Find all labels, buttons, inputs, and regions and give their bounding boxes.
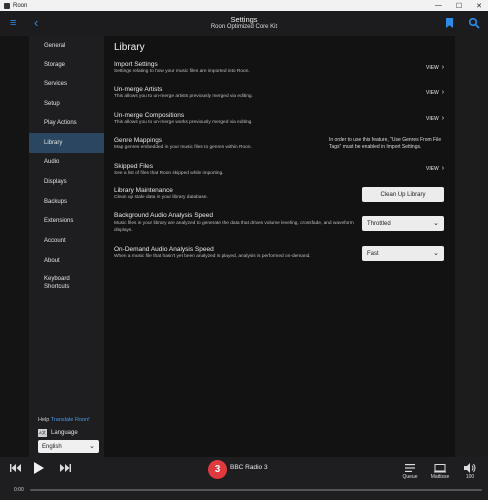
clean-up-library-button[interactable]: Clean Up Library [362, 187, 444, 202]
now-playing-title[interactable]: BBC Radio 3 [230, 464, 268, 471]
on-demand-analysis-speed-value: Fast [367, 250, 379, 257]
skipped-files-view-button[interactable]: VIEW › [426, 165, 444, 172]
chevron-down-icon: ⌄ [433, 220, 439, 227]
previous-track-icon[interactable] [10, 464, 21, 472]
sidebar-item-services[interactable]: Services [29, 74, 104, 94]
on-demand-analysis-desc: When a music file that hasn't yet been a… [114, 254, 311, 259]
queue-label: Queue [402, 474, 418, 480]
chevron-down-icon: ⌄ [89, 443, 95, 450]
skipped-files-desc: See a list of files that Roon skipped wh… [114, 171, 224, 176]
window-title: Roon [13, 2, 28, 9]
speaker-icon [458, 462, 482, 474]
chevron-right-icon: › [441, 64, 445, 71]
unmerge-artists-desc: This allows you to un-merge artists prev… [114, 94, 253, 99]
library-maintenance-title: Library Maintenance [114, 187, 173, 194]
close-button[interactable]: ✕ [476, 2, 482, 10]
language-value: English [42, 443, 62, 450]
seek-bar[interactable] [30, 489, 482, 491]
background-analysis-speed-value: Throttled [367, 220, 391, 227]
unmerge-artists-view-button[interactable]: VIEW › [426, 89, 444, 96]
volume-label: 100 [465, 474, 475, 480]
queue-icon [398, 462, 422, 474]
settings-sidebar: General Storage Services Setup Play Acti… [29, 36, 104, 457]
import-settings-desc: Settings relating to how your music file… [114, 69, 250, 74]
chevron-right-icon: › [441, 89, 445, 96]
on-demand-analysis-title: On-Demand Audio Analysis Speed [114, 246, 214, 253]
chevron-right-icon: › [441, 165, 445, 172]
settings-header: ≡ ‹ Settings Roon Optimized Core Kit [0, 11, 488, 36]
help-line: Help Translate Roon! [38, 417, 90, 423]
view-label: VIEW [426, 115, 439, 122]
view-label: VIEW [426, 165, 439, 172]
language-select[interactable]: English ⌄ [38, 440, 99, 453]
sidebar-item-library[interactable]: Library [29, 133, 104, 153]
background-analysis-title: Background Audio Analysis Speed [114, 212, 214, 219]
sidebar-item-setup[interactable]: Setup [29, 94, 104, 114]
import-settings-view-button[interactable]: VIEW › [426, 64, 444, 71]
sidebar-item-backups[interactable]: Backups [29, 192, 104, 212]
page-title: Settings [230, 15, 258, 24]
volume-button[interactable]: 100 [458, 462, 482, 480]
sidebar-item-account[interactable]: Account [29, 231, 104, 251]
view-label: VIEW [426, 64, 439, 71]
sidebar-item-storage[interactable]: Storage [29, 55, 104, 75]
sidebar-item-audio[interactable]: Audio [29, 152, 104, 172]
genre-mappings-note: In order to use this feature, "Use Genre… [329, 137, 442, 150]
zone-label: Mattisse [430, 474, 450, 480]
sidebar-item-displays[interactable]: Displays [29, 172, 104, 192]
genre-mappings-desc: Map genres embedded in your music files … [114, 145, 252, 150]
elapsed-time: 0:00 [14, 487, 24, 493]
translate-roon-link[interactable]: Translate Roon! [51, 417, 90, 423]
library-settings-panel: Library Import Settings Settings relatin… [104, 36, 455, 457]
window-titlebar: Roon — ☐ ✕ [0, 0, 488, 11]
library-maintenance-desc: Clean up stale data in your library data… [114, 195, 208, 200]
sidebar-item-general[interactable]: General [29, 36, 104, 56]
station-logo[interactable]: 3 [208, 460, 227, 479]
chevron-down-icon: ⌄ [433, 250, 439, 257]
zone-button[interactable]: Mattisse [428, 462, 452, 480]
language-icon: A文 [38, 429, 47, 437]
section-title: Library [114, 42, 145, 53]
sidebar-item-play-actions[interactable]: Play Actions [29, 113, 104, 133]
chevron-right-icon: › [441, 115, 445, 122]
sidebar-item-keyboard-shortcuts[interactable]: Keyboard Shortcuts [29, 270, 104, 296]
skipped-files-title: Skipped Files [114, 163, 154, 170]
sidebar-item-about[interactable]: About [29, 251, 104, 271]
roon-app-icon [4, 2, 10, 9]
core-name: Roon Optimized Core Kit [210, 24, 278, 30]
next-track-icon[interactable] [60, 464, 71, 472]
now-playing-bar: 3 BBC Radio 3 Queue Mattisse 100 0:00 [0, 457, 488, 500]
queue-button[interactable]: Queue [398, 462, 422, 480]
sidebar-item-extensions[interactable]: Extensions [29, 211, 104, 231]
play-icon[interactable] [34, 462, 44, 474]
language-row: A文 Language [38, 429, 78, 437]
help-label: Help [38, 417, 50, 423]
unmerge-compositions-desc: This allows you to un-merge works previo… [114, 120, 253, 125]
right-margin [455, 36, 488, 457]
view-label: VIEW [426, 89, 439, 96]
on-demand-analysis-speed-select[interactable]: Fast ⌄ [362, 246, 444, 261]
zone-icon [428, 462, 452, 474]
unmerge-compositions-view-button[interactable]: VIEW › [426, 115, 444, 122]
language-label: Language [51, 430, 78, 436]
minimize-button[interactable]: — [435, 2, 442, 10]
background-analysis-speed-select[interactable]: Throttled ⌄ [362, 216, 444, 231]
search-icon[interactable] [468, 17, 480, 29]
unmerge-compositions-title: Un-merge Compositions [114, 112, 185, 119]
maximize-button[interactable]: ☐ [456, 2, 462, 10]
genre-mappings-title: Genre Mappings [114, 137, 163, 144]
unmerge-artists-title: Un-merge Artists [114, 86, 163, 93]
background-analysis-desc: Music files in your library are analyzed… [114, 221, 354, 233]
import-settings-title: Import Settings [114, 61, 158, 68]
